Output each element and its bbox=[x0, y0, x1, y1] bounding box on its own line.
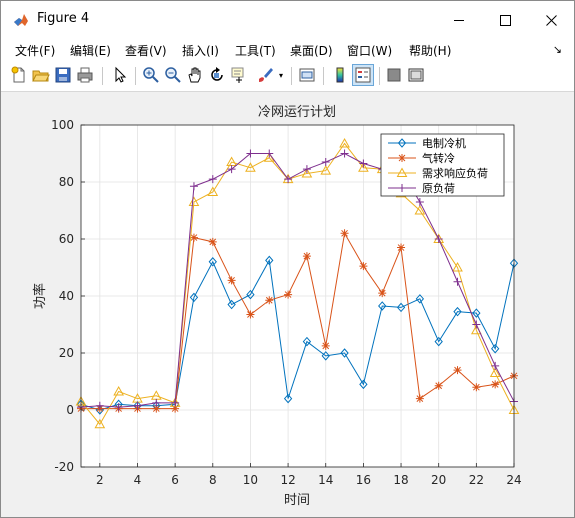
data-point bbox=[378, 289, 387, 298]
legend-icon bbox=[355, 67, 371, 83]
menu-bar: 文件(F) 编辑(E) 查看(V) 插入(I) 工具(T) 桌面(D) 窗口(W… bbox=[1, 39, 574, 61]
colorbar-icon[interactable] bbox=[331, 66, 349, 84]
maximize-button[interactable] bbox=[482, 1, 528, 39]
y-tick-label: 80 bbox=[59, 175, 74, 189]
menu-window[interactable]: 窗口(W) bbox=[347, 42, 392, 59]
x-tick-label: 16 bbox=[356, 473, 371, 487]
x-tick-label: 8 bbox=[209, 473, 217, 487]
matlab-icon bbox=[14, 14, 28, 26]
data-point bbox=[491, 380, 500, 389]
y-axis-label: 功率 bbox=[32, 283, 48, 309]
figure-toolbar: ▾ bbox=[1, 61, 574, 92]
menu-file[interactable]: 文件(F) bbox=[15, 42, 55, 59]
data-point bbox=[284, 290, 293, 299]
y-tick-label: 40 bbox=[59, 289, 74, 303]
data-cursor-icon[interactable] bbox=[230, 66, 248, 84]
data-point bbox=[434, 381, 443, 390]
close-button[interactable] bbox=[528, 1, 574, 39]
chart-title: 冷网运行计划 bbox=[258, 105, 336, 120]
data-point bbox=[265, 296, 274, 305]
toolbar-separator bbox=[379, 67, 380, 85]
maximize-icon bbox=[499, 14, 511, 26]
x-tick-label: 24 bbox=[506, 473, 521, 487]
minimize-button[interactable] bbox=[436, 1, 482, 39]
line-chart[interactable]: 2 4 6 8 10 12 14 16 18 20 22 24-20020406080100 冷网运行… bbox=[1, 92, 574, 517]
x-tick-label: 2 bbox=[96, 473, 104, 487]
data-point bbox=[302, 252, 311, 261]
y-tick-label: -20 bbox=[54, 460, 74, 474]
legend-label: 原负荷 bbox=[422, 181, 455, 195]
pan-icon[interactable] bbox=[186, 66, 204, 84]
legend[interactable]: 电制冷机气转冷需求响应负荷原负荷 bbox=[380, 133, 505, 197]
new-figure-icon[interactable] bbox=[10, 66, 28, 84]
x-tick-label: 10 bbox=[243, 473, 258, 487]
show-plot-tools-icon[interactable] bbox=[407, 66, 425, 84]
zoom-in-icon[interactable] bbox=[142, 66, 160, 84]
menu-desktop[interactable]: 桌面(D) bbox=[290, 42, 333, 59]
data-point bbox=[415, 394, 424, 403]
x-tick-label: 4 bbox=[134, 473, 142, 487]
pointer-icon[interactable] bbox=[111, 66, 129, 84]
brush-icon[interactable] bbox=[256, 66, 274, 84]
title-bar: Figure 4 bbox=[1, 1, 574, 39]
legend-marker bbox=[398, 154, 406, 162]
y-tick-label: 100 bbox=[51, 118, 74, 132]
menu-edit[interactable]: 编辑(E) bbox=[70, 42, 111, 59]
window-title: Figure 4 bbox=[37, 11, 90, 26]
toolbar-separator bbox=[323, 67, 324, 85]
open-icon[interactable] bbox=[32, 66, 50, 84]
y-tick-label: 60 bbox=[59, 232, 74, 246]
y-tick-label: 20 bbox=[59, 346, 74, 360]
rotate-icon[interactable] bbox=[208, 66, 226, 84]
link-icon[interactable] bbox=[298, 66, 316, 84]
data-point bbox=[472, 383, 481, 392]
data-point bbox=[208, 237, 217, 246]
x-tick-label: 22 bbox=[469, 473, 484, 487]
figure-window: Figure 4 文件(F) 编辑(E) 查看(V) 插入(I) 工具(T) 桌… bbox=[0, 0, 575, 518]
x-tick-label: 18 bbox=[393, 473, 408, 487]
menu-view[interactable]: 查看(V) bbox=[125, 42, 167, 59]
minimize-icon bbox=[454, 19, 464, 21]
data-point bbox=[397, 243, 406, 252]
x-tick-label: 6 bbox=[171, 473, 179, 487]
toolbar-separator bbox=[135, 67, 136, 85]
save-icon[interactable] bbox=[54, 66, 72, 84]
plot-area: 2 4 6 8 10 12 14 16 18 20 22 24 -20 0 20 40 60 80 100 冷网运行… bbox=[1, 92, 574, 517]
menu-tools[interactable]: 工具(T) bbox=[235, 42, 276, 59]
x-tick-label: 14 bbox=[318, 473, 333, 487]
menu-overflow-icon[interactable]: ↘ bbox=[553, 43, 562, 56]
data-point bbox=[321, 341, 330, 350]
close-icon bbox=[545, 14, 557, 26]
print-icon[interactable] bbox=[76, 66, 94, 84]
legend-label: 需求响应负荷 bbox=[422, 166, 488, 180]
toolbar-separator bbox=[291, 67, 292, 85]
hide-plot-tools-icon[interactable] bbox=[385, 66, 403, 84]
data-point bbox=[246, 310, 255, 319]
zoom-out-icon[interactable] bbox=[164, 66, 182, 84]
menu-help[interactable]: 帮助(H) bbox=[409, 42, 451, 59]
menu-insert[interactable]: 插入(I) bbox=[182, 42, 219, 59]
data-point bbox=[227, 276, 236, 285]
x-tick-label: 12 bbox=[280, 473, 295, 487]
legend-label: 气转冷 bbox=[422, 151, 455, 165]
brush-dropdown-icon[interactable]: ▾ bbox=[279, 71, 283, 80]
data-point bbox=[359, 262, 368, 271]
data-point bbox=[453, 366, 462, 375]
legend-label: 电制冷机 bbox=[422, 136, 466, 150]
x-tick-label: 20 bbox=[431, 473, 446, 487]
data-point bbox=[340, 229, 349, 238]
x-axis-label: 时间 bbox=[284, 493, 310, 508]
toolbar-separator bbox=[102, 67, 103, 85]
legend-button[interactable] bbox=[352, 64, 374, 86]
y-tick-label: 0 bbox=[66, 403, 74, 417]
